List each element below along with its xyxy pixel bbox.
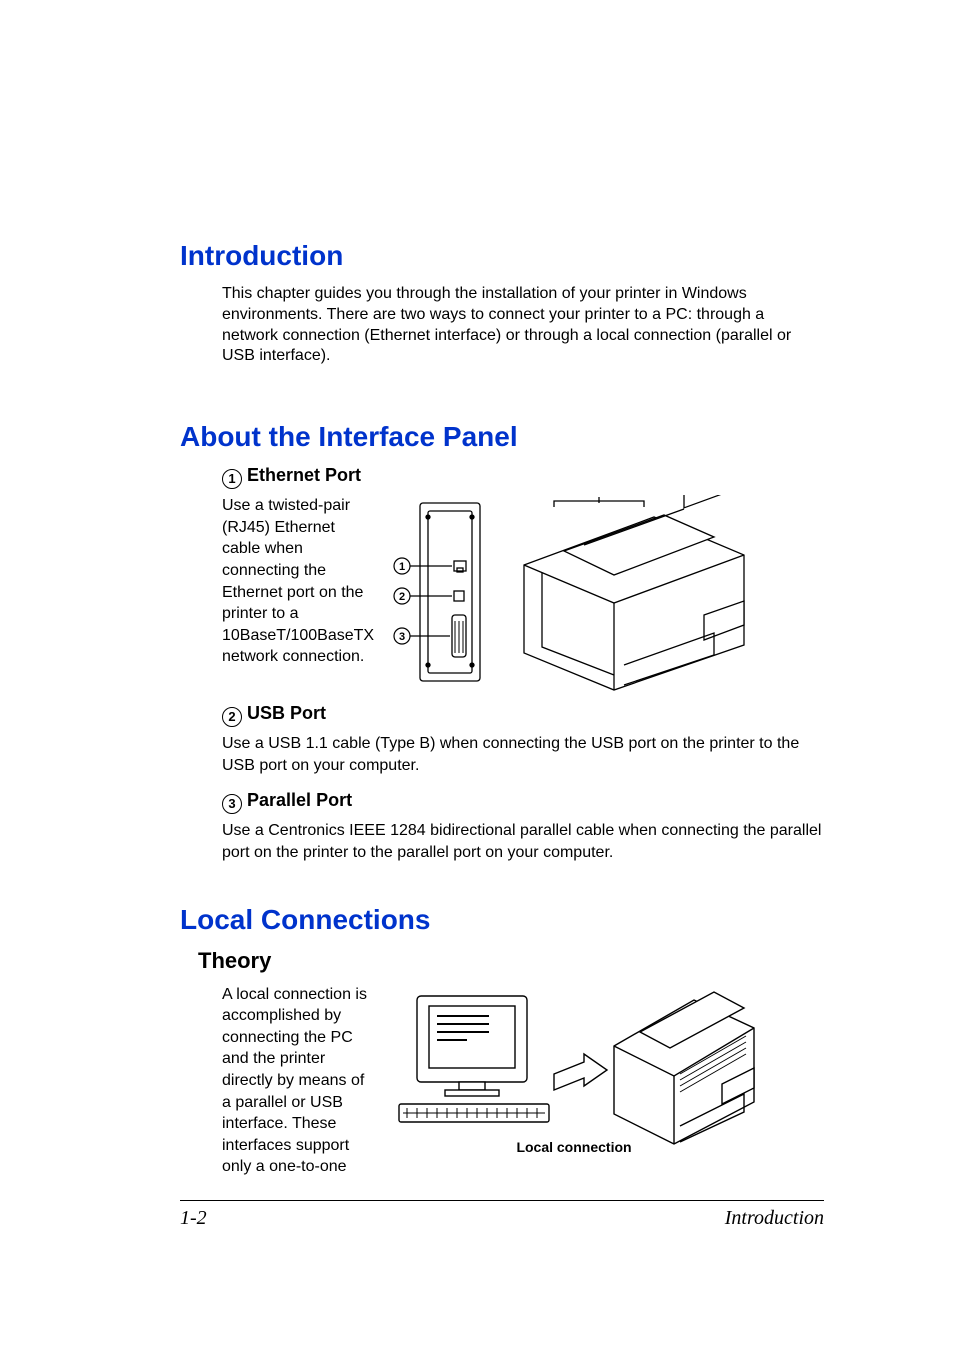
parallel-port-title: Parallel Port bbox=[247, 790, 352, 810]
svg-text:3: 3 bbox=[399, 631, 405, 643]
heading-theory: Theory bbox=[198, 948, 824, 974]
circled-2-icon: 2 bbox=[222, 707, 242, 727]
usb-port-title: USB Port bbox=[247, 703, 326, 723]
document-page: Introduction This chapter guides you thr… bbox=[0, 0, 954, 1351]
heading-introduction: Introduction bbox=[180, 240, 824, 272]
theory-text: A local connection is accomplished by co… bbox=[222, 984, 377, 1178]
intro-paragraph: This chapter guides you through the inst… bbox=[222, 284, 824, 367]
circled-3-icon: 3 bbox=[222, 794, 242, 814]
chapter-name: Introduction bbox=[725, 1207, 824, 1230]
parallel-port-desc: Use a Centronics IEEE 1284 bidirectional… bbox=[222, 820, 824, 863]
ethernet-port-desc: Use a twisted-pair (RJ45) Ethernet cable… bbox=[222, 495, 372, 668]
page-footer: 1-2 Introduction bbox=[180, 1207, 824, 1230]
page-number: 1-2 bbox=[180, 1207, 207, 1230]
local-connection-caption: Local connection bbox=[389, 1139, 759, 1155]
usb-port-desc: Use a USB 1.1 cable (Type B) when connec… bbox=[222, 733, 824, 776]
interface-panel-illustration: 1 2 3 bbox=[384, 495, 764, 695]
ethernet-port-title: Ethernet Port bbox=[247, 465, 361, 485]
circled-1-icon: 1 bbox=[222, 469, 242, 489]
parallel-port-heading: 3 Parallel Port bbox=[222, 790, 824, 814]
heading-local-connections: Local Connections bbox=[180, 904, 824, 936]
footer-rule bbox=[180, 1200, 824, 1201]
usb-port-heading: 2 USB Port bbox=[222, 703, 824, 727]
heading-about-interface: About the Interface Panel bbox=[180, 421, 824, 453]
svg-text:2: 2 bbox=[399, 591, 405, 603]
local-connection-illustration bbox=[389, 984, 759, 1154]
ethernet-port-heading: 1 Ethernet Port bbox=[222, 465, 824, 489]
svg-text:1: 1 bbox=[399, 561, 405, 573]
